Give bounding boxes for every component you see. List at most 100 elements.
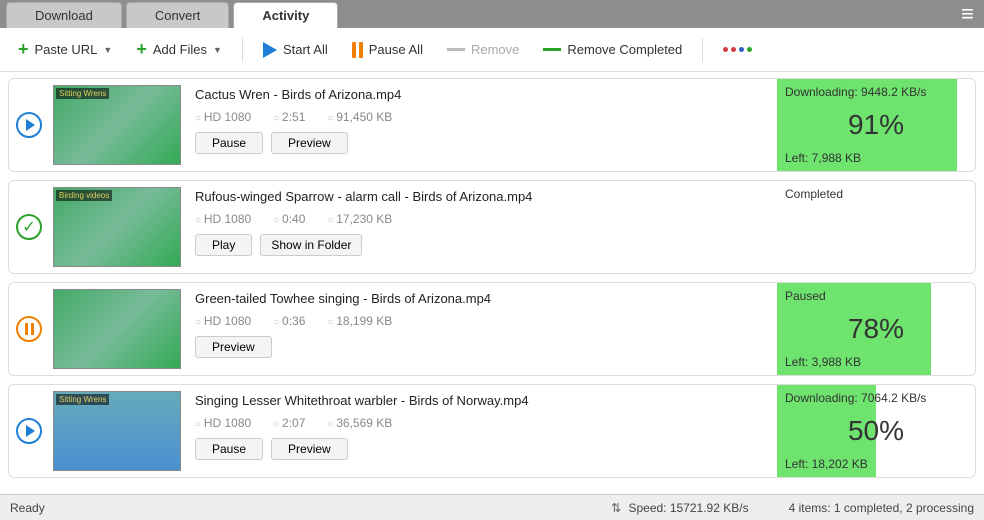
download-item[interactable]: ✓ Birding videos Rufous-winged Sparrow -… <box>8 180 976 274</box>
minus-icon <box>447 48 465 51</box>
duration: 2:07 <box>273 416 305 430</box>
item-state-icon <box>9 79 49 171</box>
transfer-icon: ⇅ <box>611 501 621 515</box>
status-text: Downloading: 9448.2 KB/s <box>785 85 967 99</box>
item-buttons: Pause Preview <box>195 438 767 460</box>
item-status: Downloading: 7064.2 KB/s 50% Left: 18,20… <box>777 385 975 477</box>
add-files-button[interactable]: + Add Files ▼ <box>128 35 230 64</box>
status-speed: ⇅ Speed: 15721.92 KB/s <box>611 501 749 515</box>
plus-icon: + <box>18 39 29 60</box>
item-btn-1[interactable]: Pause <box>195 132 263 154</box>
item-status: Paused 78% Left: 3,988 KB <box>777 283 975 375</box>
tab-download[interactable]: Download <box>6 2 122 28</box>
plus-icon: + <box>136 39 147 60</box>
item-title: Cactus Wren - Birds of Arizona.mp4 <box>195 87 767 102</box>
download-item[interactable]: Green-tailed Towhee singing - Birds of A… <box>8 282 976 376</box>
thumb-tag: Sitting Wrens <box>56 88 109 99</box>
quality: HD 1080 <box>195 416 251 430</box>
status-text: Downloading: 7064.2 KB/s <box>785 391 967 405</box>
thumb-tag: Sitting Wrens <box>56 394 109 405</box>
item-status: Completed <box>777 181 975 273</box>
play-icon <box>16 112 42 138</box>
pause-all-label: Pause All <box>369 42 423 57</box>
percent: 50% <box>785 415 967 447</box>
status-text: Completed <box>785 187 967 201</box>
filesize: 91,450 KB <box>327 110 392 124</box>
filesize: 18,199 KB <box>327 314 392 328</box>
menu-icon[interactable]: ≡ <box>961 1 974 27</box>
title-bar: Download Convert Activity ≡ <box>0 0 984 28</box>
item-title: Green-tailed Towhee singing - Birds of A… <box>195 291 767 306</box>
pause-icon <box>352 42 363 58</box>
download-list: Sitting Wrens Cactus Wren - Birds of Ari… <box>0 72 984 494</box>
item-meta: HD 1080 0:40 17,230 KB <box>195 212 767 226</box>
item-btn-2[interactable]: Preview <box>195 336 272 358</box>
minus-icon <box>543 48 561 51</box>
status-left: Left: 7,988 KB <box>785 151 967 165</box>
remove-completed-button[interactable]: Remove Completed <box>535 38 690 61</box>
download-item[interactable]: Sitting Wrens Singing Lesser Whitethroat… <box>8 384 976 478</box>
duration: 2:51 <box>273 110 305 124</box>
remove-label: Remove <box>471 42 519 57</box>
item-meta: HD 1080 0:36 18,199 KB <box>195 314 767 328</box>
item-buttons: Preview <box>195 336 767 358</box>
thumbnail[interactable]: Sitting Wrens <box>53 391 181 471</box>
item-state-icon <box>9 283 49 375</box>
thumbnail[interactable] <box>53 289 181 369</box>
percent: 91% <box>785 109 967 141</box>
more-button[interactable] <box>715 43 760 56</box>
status-summary: 4 items: 1 completed, 2 processing <box>789 501 974 515</box>
paste-url-button[interactable]: + Paste URL ▼ <box>10 35 120 64</box>
pause-icon <box>16 316 42 342</box>
remove-completed-label: Remove Completed <box>567 42 682 57</box>
thumbnail[interactable]: Birding videos <box>53 187 181 267</box>
filesize: 36,569 KB <box>327 416 392 430</box>
status-text: Paused <box>785 289 967 303</box>
download-item[interactable]: Sitting Wrens Cactus Wren - Birds of Ari… <box>8 78 976 172</box>
remove-button: Remove <box>439 38 527 61</box>
done-icon: ✓ <box>16 214 42 240</box>
chevron-down-icon[interactable]: ▼ <box>103 45 112 55</box>
paste-url-label: Paste URL <box>35 42 98 57</box>
filesize: 17,230 KB <box>327 212 392 226</box>
status-bar: Ready ⇅ Speed: 15721.92 KB/s 4 items: 1 … <box>0 494 984 520</box>
chevron-down-icon[interactable]: ▼ <box>213 45 222 55</box>
item-meta: HD 1080 2:51 91,450 KB <box>195 110 767 124</box>
item-status: Downloading: 9448.2 KB/s 91% Left: 7,988… <box>777 79 975 171</box>
item-state-icon <box>9 385 49 477</box>
percent: 78% <box>785 313 967 345</box>
status-left: Left: 18,202 KB <box>785 457 967 471</box>
duration: 0:36 <box>273 314 305 328</box>
item-btn-2[interactable]: Show in Folder <box>260 234 362 256</box>
item-btn-1[interactable]: Pause <box>195 438 263 460</box>
quality: HD 1080 <box>195 314 251 328</box>
quality: HD 1080 <box>195 110 251 124</box>
play-icon <box>16 418 42 444</box>
thumb-tag: Birding videos <box>56 190 112 201</box>
separator <box>702 38 703 62</box>
status-left: Left: 3,988 KB <box>785 355 967 369</box>
tab-convert[interactable]: Convert <box>126 2 230 28</box>
item-btn-2[interactable]: Preview <box>271 132 348 154</box>
item-title: Singing Lesser Whitethroat warbler - Bir… <box>195 393 767 408</box>
start-all-button[interactable]: Start All <box>255 38 336 62</box>
status-ready: Ready <box>10 501 45 515</box>
start-all-label: Start All <box>283 42 328 57</box>
item-state-icon: ✓ <box>9 181 49 273</box>
item-btn-2[interactable]: Preview <box>271 438 348 460</box>
item-meta: HD 1080 2:07 36,569 KB <box>195 416 767 430</box>
add-files-label: Add Files <box>153 42 207 57</box>
item-info: Rufous-winged Sparrow - alarm call - Bir… <box>185 181 777 273</box>
separator <box>242 38 243 62</box>
item-info: Cactus Wren - Birds of Arizona.mp4 HD 10… <box>185 79 777 171</box>
tab-activity[interactable]: Activity <box>233 2 338 28</box>
dots-icon <box>723 47 752 52</box>
quality: HD 1080 <box>195 212 251 226</box>
item-btn-1[interactable]: Play <box>195 234 252 256</box>
duration: 0:40 <box>273 212 305 226</box>
item-info: Green-tailed Towhee singing - Birds of A… <box>185 283 777 375</box>
thumbnail[interactable]: Sitting Wrens <box>53 85 181 165</box>
toolbar: + Paste URL ▼ + Add Files ▼ Start All Pa… <box>0 28 984 72</box>
pause-all-button[interactable]: Pause All <box>344 38 431 62</box>
item-buttons: Pause Preview <box>195 132 767 154</box>
